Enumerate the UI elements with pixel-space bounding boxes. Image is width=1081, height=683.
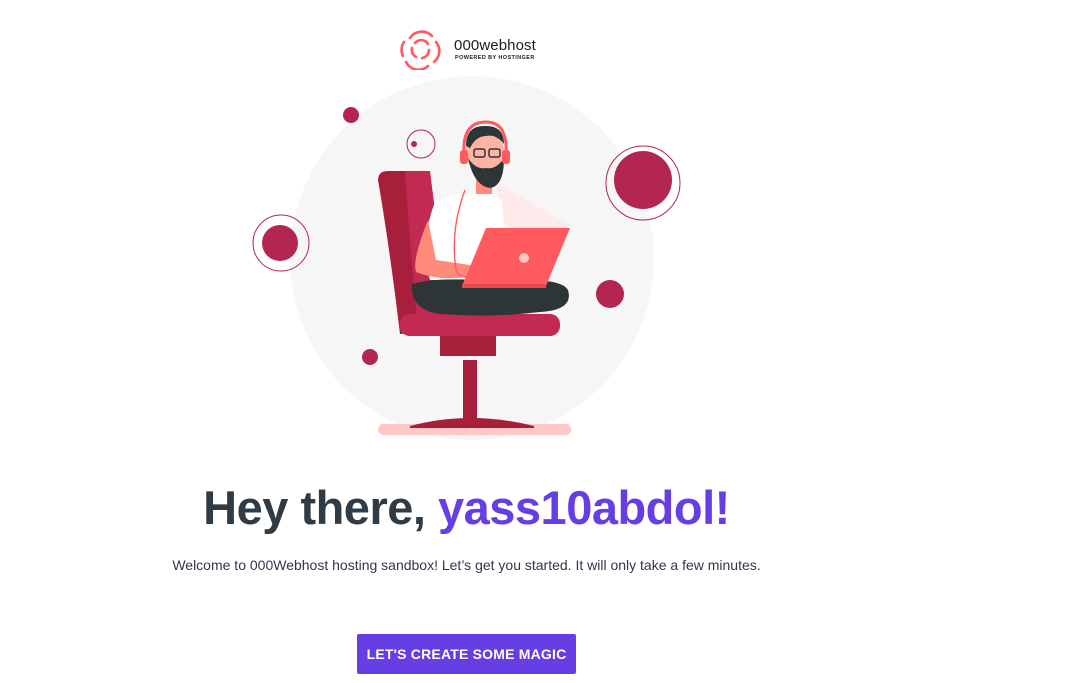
greeting-prefix: Hey there, — [203, 481, 438, 534]
brand-tagline: POWERED BY HOSTINGER — [455, 55, 535, 61]
welcome-message: Welcome to 000Webhost hosting sandbox! L… — [172, 557, 761, 573]
brand-logo[interactable]: 000webhost POWERED BY HOSTINGER — [398, 28, 548, 70]
brand-name: 000webhost — [454, 37, 536, 54]
person-on-chair-with-laptop-illustration — [252, 76, 681, 440]
greeting-username: yass10abdol — [438, 481, 715, 534]
onboarding-page: 000webhost POWERED BY HOSTINGER Hey ther… — [0, 0, 1081, 683]
greeting-heading: Hey there, yass10abdol! — [0, 480, 933, 535]
swirl-logo-icon — [400, 30, 441, 70]
create-magic-button[interactable]: LET'S CREATE SOME MAGIC — [357, 634, 576, 674]
greeting-suffix: ! — [714, 481, 731, 534]
